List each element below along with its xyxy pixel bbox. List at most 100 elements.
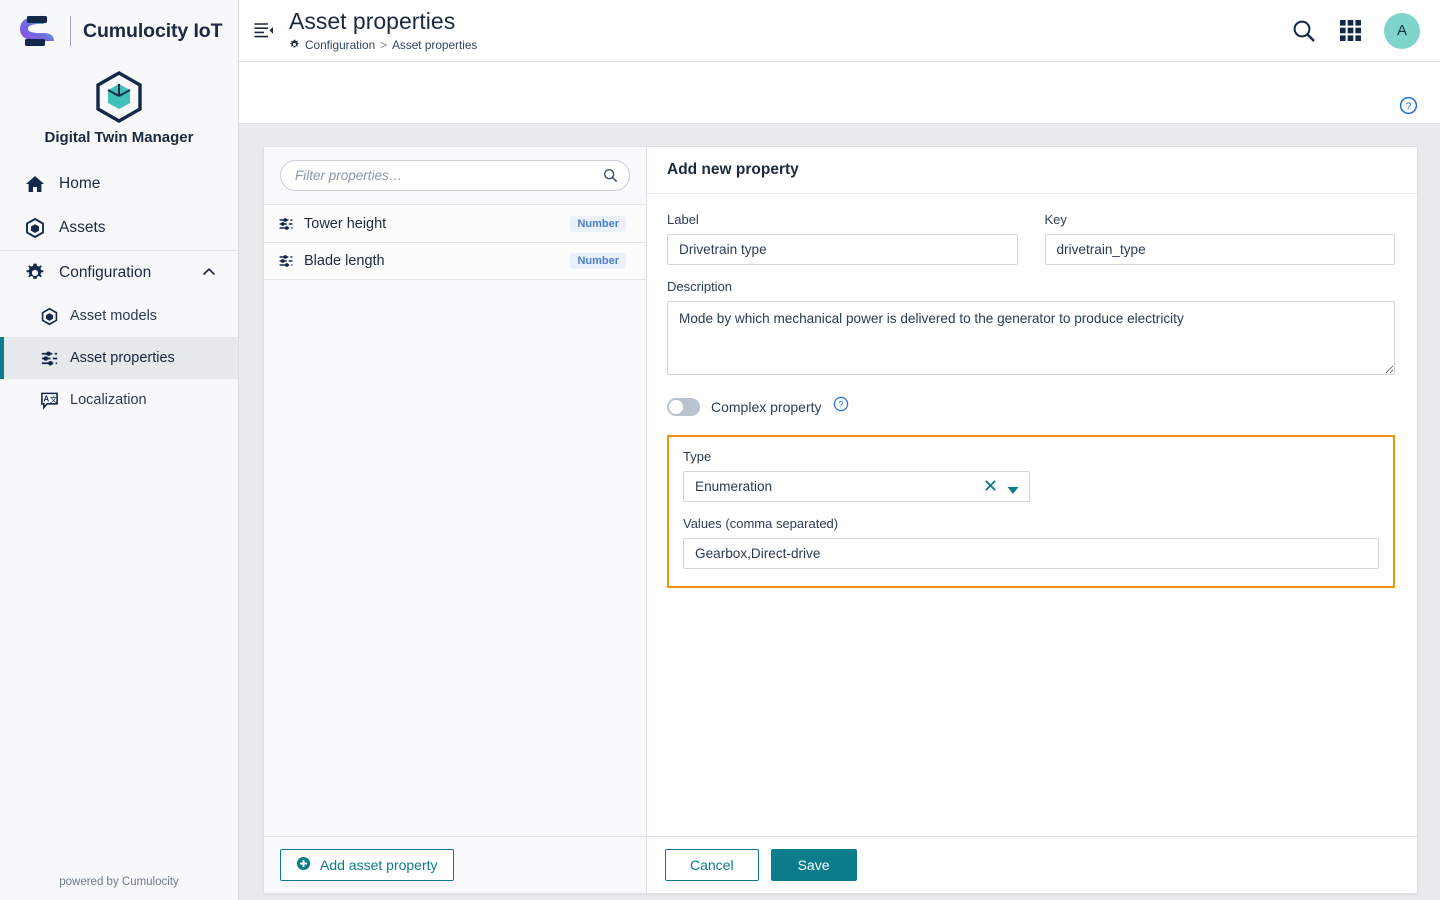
type-select-value[interactable]: [683, 471, 1030, 502]
sidebar-item-asset-properties[interactable]: Asset properties: [0, 337, 238, 379]
toggle-knob: [669, 399, 683, 414]
content-area: Tower height Number Blade: [239, 124, 1440, 900]
breadcrumb-parent[interactable]: Configuration: [305, 38, 375, 52]
search-icon[interactable]: [1291, 18, 1317, 44]
cumulocity-s-logo-icon: [14, 12, 58, 50]
status-badge: Number: [570, 253, 626, 269]
label-key-row: Label Key: [667, 212, 1395, 279]
breadcrumb: Configuration > Asset properties: [289, 38, 477, 52]
values-field-label: Values (comma separated): [683, 516, 839, 531]
app-identity: Digital Twin Manager: [0, 62, 238, 162]
table-row[interactable]: Blade length Number: [264, 242, 646, 280]
topbar-actions: A: [1291, 12, 1420, 49]
form-footer: Cancel Save: [647, 836, 1417, 893]
sidebar-item-configuration[interactable]: Configuration: [0, 251, 238, 295]
search-input[interactable]: [295, 168, 595, 183]
svg-text:A: A: [43, 394, 49, 403]
type-highlight-region: Type Enumeration Values (comma separated…: [667, 435, 1395, 588]
save-button[interactable]: Save: [770, 849, 857, 881]
type-select[interactable]: [683, 471, 1030, 502]
property-name: Blade length: [304, 253, 385, 269]
brand-divider: [70, 16, 71, 46]
property-list: Tower height Number Blade length Number: [264, 204, 646, 836]
sliders-icon: [40, 349, 59, 368]
gear-icon: [24, 262, 46, 284]
breadcrumb-separator: >: [380, 37, 388, 52]
caret-down-icon[interactable]: [1007, 482, 1019, 500]
clear-x-icon[interactable]: [984, 479, 997, 497]
sidebar-item-label: Configuration: [59, 264, 152, 281]
status-badge: Number: [570, 215, 626, 232]
complex-property-toggle[interactable]: [667, 397, 700, 416]
values-field-group: Values (comma separated): [683, 516, 1379, 569]
type-field-label: Type: [683, 449, 712, 464]
page-title-block: Asset properties Configuration > Asset p…: [289, 8, 477, 52]
description-field-label: Description: [667, 279, 733, 294]
plus-circle-icon: [296, 856, 311, 874]
search-icon[interactable]: [603, 168, 618, 188]
breadcrumb-current: Asset properties: [392, 37, 478, 52]
sidebar-item-label: Home: [59, 175, 101, 192]
help-circle-icon[interactable]: ?: [1399, 96, 1418, 115]
sliders-icon: [278, 216, 294, 232]
description-field-group: Description Mode by which mechanical pow…: [667, 279, 1395, 380]
filter-properties-field[interactable]: [280, 160, 630, 191]
property-name: Tower height: [304, 215, 387, 232]
property-list-panel: Tower height Number Blade: [264, 147, 647, 893]
label-field-label: Label: [667, 212, 699, 227]
sidebar-footer-text: powered by Cumulocity: [59, 876, 179, 888]
sidebar-nav: Home Assets Configuration Asset models A…: [0, 162, 238, 864]
label-input[interactable]: [667, 234, 1018, 265]
sidebar-item-home[interactable]: Home: [0, 162, 238, 206]
add-property-form-panel: Add new property Label Key: [647, 147, 1417, 893]
add-asset-property-button[interactable]: Add asset property: [280, 849, 454, 881]
chevron-up-icon[interactable]: [202, 264, 216, 282]
form-body: Label Key Description Mode by which mech…: [647, 194, 1417, 836]
list-panel-footer: Add asset property: [264, 836, 646, 893]
sub-header-bar: ?: [239, 62, 1440, 124]
key-field-label: Key: [1044, 212, 1067, 227]
brand-name: Cumulocity IoT: [83, 19, 223, 42]
values-input[interactable]: [683, 538, 1379, 569]
svg-text:?: ?: [1406, 102, 1412, 113]
table-row[interactable]: Tower height Number: [264, 204, 646, 242]
svg-text:?: ?: [838, 399, 843, 409]
cancel-button[interactable]: Cancel: [665, 849, 759, 881]
topbar: Asset properties Configuration > Asset p…: [239, 0, 1440, 62]
collapse-sidebar-icon[interactable]: [253, 20, 275, 42]
form-heading: Add new property: [647, 147, 1417, 194]
brand-header[interactable]: Cumulocity IoT: [0, 0, 238, 62]
cube-hexagon-icon: [0, 70, 238, 124]
app-root: Cumulocity IoT Digital Twin Manager Home: [0, 0, 1440, 900]
asset-properties-card: Tower height Number Blade: [263, 146, 1418, 894]
type-field-group: Type: [683, 449, 1379, 502]
key-field-group: Key: [1044, 212, 1395, 265]
sidebar-item-label: Assets: [59, 219, 106, 236]
cube-icon: [40, 307, 59, 326]
gear-icon: [289, 39, 300, 50]
page-title: Asset properties: [289, 8, 456, 35]
app-name: Digital Twin Manager: [44, 129, 194, 146]
app-grid-icon[interactable]: [1339, 19, 1362, 42]
help-circle-icon[interactable]: ?: [833, 396, 849, 417]
main-area: Asset properties Configuration > Asset p…: [239, 0, 1440, 900]
avatar[interactable]: A: [1384, 12, 1420, 49]
svg-text:文: 文: [50, 393, 58, 403]
filter-container: [264, 147, 646, 204]
sliders-icon: [278, 253, 294, 269]
add-asset-property-label: Add asset property: [320, 857, 438, 873]
sidebar-item-label: Localization: [70, 392, 147, 408]
key-input[interactable]: [1044, 234, 1395, 265]
cube-icon: [24, 217, 46, 239]
sidebar-item-asset-models[interactable]: Asset models: [0, 295, 238, 337]
sidebar: Cumulocity IoT Digital Twin Manager Home: [0, 0, 239, 900]
sidebar-item-label: Asset models: [70, 308, 158, 324]
home-icon: [24, 173, 46, 195]
description-textarea[interactable]: Mode by which mechanical power is delive…: [667, 301, 1395, 375]
sidebar-item-localization[interactable]: A 文 Localization: [0, 379, 238, 421]
complex-property-row: Complex property ?: [667, 396, 1395, 417]
complex-property-label: Complex property: [711, 398, 822, 415]
translate-icon: A 文: [40, 391, 59, 410]
sidebar-item-label: Asset properties: [70, 350, 175, 366]
sidebar-item-assets[interactable]: Assets: [0, 206, 238, 250]
